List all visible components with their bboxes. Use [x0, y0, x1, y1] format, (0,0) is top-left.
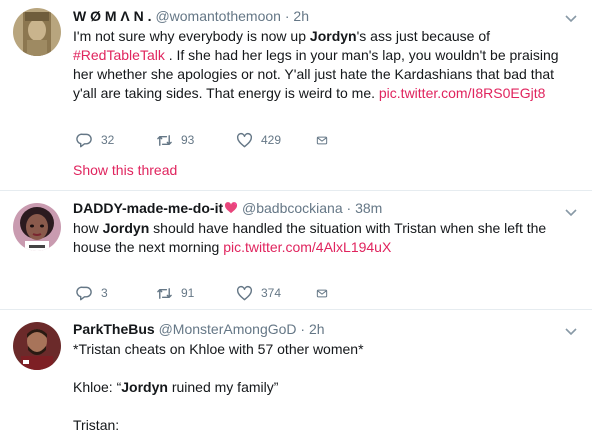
tweet-header: ParkTheBus @MonsterAmongGoD · 2h: [73, 320, 562, 339]
tweet-body: DADDY-made-me-do-it @badbcockiana · 38m …: [73, 199, 562, 257]
highlight-term: Jordyn: [121, 379, 168, 395]
message-icon: [316, 136, 328, 144]
display-name[interactable]: ParkTheBus: [73, 321, 155, 337]
direct-message-button[interactable]: [316, 285, 336, 302]
retweet-count: 91: [181, 286, 195, 300]
retweet-icon: [157, 287, 172, 299]
user-handle[interactable]: @womantothemoon: [155, 8, 281, 24]
tweet[interactable]: W Ø M Λ N . @womantothemoon · 2h I'm not…: [0, 0, 592, 191]
text-part: how: [73, 220, 103, 236]
user-handle[interactable]: @MonsterAmongGoD: [159, 321, 297, 337]
timeline: W Ø M Λ N . @womantothemoon · 2h I'm not…: [0, 0, 592, 444]
highlight-term: Jordyn: [309, 28, 357, 44]
retweet-icon: [157, 134, 172, 146]
timestamp[interactable]: 38m: [355, 200, 382, 216]
timestamp[interactable]: 2h: [309, 321, 325, 337]
reply-icon: [76, 133, 92, 147]
tweet-body: ParkTheBus @MonsterAmongGoD · 2h *Trista…: [73, 320, 562, 435]
hashtag-link[interactable]: #RedTableTalk: [73, 47, 165, 63]
retweet-button[interactable]: 93: [156, 132, 236, 149]
text-part: ruined my family”: [167, 379, 279, 395]
avatar[interactable]: [13, 8, 61, 56]
avatar[interactable]: [13, 203, 61, 251]
retweet-button[interactable]: 91: [156, 285, 236, 302]
retweet-count: 93: [181, 133, 195, 147]
tweet-header: DADDY-made-me-do-it @badbcockiana · 38m: [73, 199, 562, 218]
message-icon: [316, 289, 328, 297]
highlight-term: Jordyn: [102, 220, 150, 236]
timestamp[interactable]: 2h: [293, 8, 309, 24]
separator: ·: [296, 321, 309, 337]
tweet-line: Khloe: “Jordyn ruined my family”: [73, 378, 562, 397]
tweet-text: I'm not sure why everybody is now up Jor…: [73, 27, 562, 103]
like-icon: [236, 132, 253, 147]
media-link[interactable]: pic.twitter.com/4AlxL194uX: [223, 239, 391, 255]
text-part: 's ass just because of: [356, 28, 491, 44]
text-part: Khloe: “: [73, 379, 122, 395]
display-name[interactable]: W Ø M Λ N .: [73, 8, 152, 24]
reply-count: 3: [101, 286, 108, 300]
heart-emoji-icon: [225, 202, 238, 214]
tweet-actions: 3 91 374: [76, 283, 336, 303]
tweet[interactable]: ParkTheBus @MonsterAmongGoD · 2h *Trista…: [0, 310, 592, 444]
chevron-down-icon[interactable]: [563, 10, 579, 26]
chevron-down-icon[interactable]: [563, 204, 579, 220]
like-count: 429: [261, 133, 282, 147]
avatar[interactable]: [13, 322, 61, 370]
tweet-header: W Ø M Λ N . @womantothemoon · 2h: [73, 7, 562, 26]
reply-icon: [76, 286, 92, 300]
tweet-line: Tristan:: [73, 417, 120, 433]
direct-message-button[interactable]: [316, 132, 336, 149]
separator: ·: [342, 200, 356, 216]
reply-button[interactable]: 3: [76, 285, 156, 302]
user-handle[interactable]: @badbcockiana: [242, 200, 343, 216]
tweet-text: *Tristan cheats on Khloe with 57 other w…: [73, 340, 562, 435]
tweet-line: *Tristan cheats on Khloe with 57 other w…: [73, 341, 364, 357]
text-part: I'm not sure why everybody is now up: [73, 28, 310, 44]
like-button[interactable]: 374: [236, 285, 316, 302]
tweet[interactable]: DADDY-made-me-do-it @badbcockiana · 38m …: [0, 191, 592, 310]
reply-button[interactable]: 32: [76, 132, 156, 149]
reply-count: 32: [101, 133, 115, 147]
chevron-down-icon[interactable]: [563, 323, 579, 339]
tweet-text: how Jordyn should have handled the situa…: [73, 219, 562, 257]
media-link[interactable]: pic.twitter.com/I8RS0EGjt8: [379, 85, 546, 101]
like-icon: [236, 285, 253, 300]
like-count: 374: [261, 286, 282, 300]
display-name[interactable]: DADDY-made-me-do-it: [73, 200, 223, 216]
tweet-body: W Ø M Λ N . @womantothemoon · 2h I'm not…: [73, 7, 562, 103]
separator: ·: [280, 8, 294, 24]
tweet-actions: 32 93 429: [76, 130, 336, 150]
show-thread-link[interactable]: Show this thread: [73, 162, 177, 178]
like-button[interactable]: 429: [236, 132, 316, 149]
